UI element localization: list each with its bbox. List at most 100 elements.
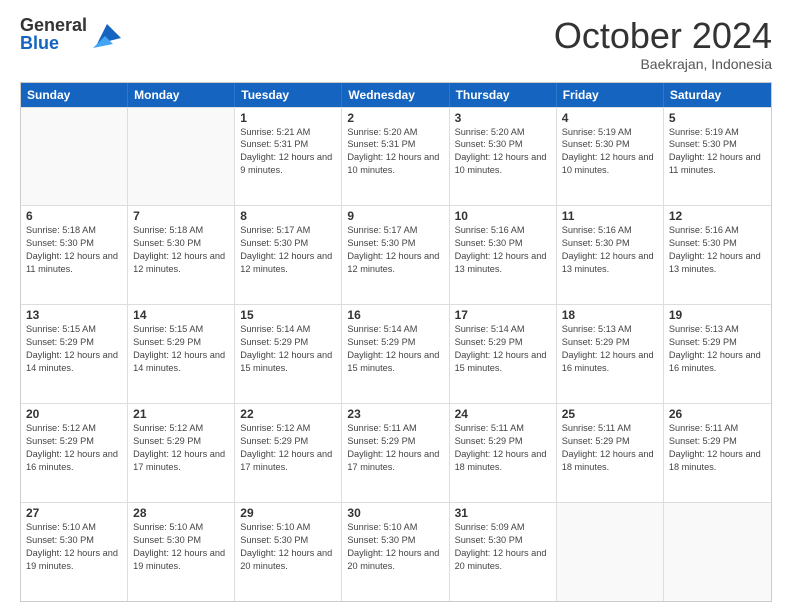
- sun-info: Sunrise: 5:17 AMSunset: 5:30 PMDaylight:…: [240, 224, 336, 276]
- sun-info: Sunrise: 5:10 AMSunset: 5:30 PMDaylight:…: [26, 521, 122, 573]
- calendar-cell: 4Sunrise: 5:19 AMSunset: 5:30 PMDaylight…: [557, 108, 664, 206]
- sun-info: Sunrise: 5:19 AMSunset: 5:30 PMDaylight:…: [669, 126, 766, 178]
- header: General Blue October 2024 Baekrajan, Ind…: [20, 16, 772, 72]
- sun-info: Sunrise: 5:16 AMSunset: 5:30 PMDaylight:…: [455, 224, 551, 276]
- calendar-cell: 26Sunrise: 5:11 AMSunset: 5:29 PMDayligh…: [664, 404, 771, 502]
- header-day: Wednesday: [342, 83, 449, 107]
- sun-info: Sunrise: 5:12 AMSunset: 5:29 PMDaylight:…: [26, 422, 122, 474]
- day-number: 11: [562, 209, 658, 223]
- calendar-cell: 24Sunrise: 5:11 AMSunset: 5:29 PMDayligh…: [450, 404, 557, 502]
- day-number: 7: [133, 209, 229, 223]
- sun-info: Sunrise: 5:11 AMSunset: 5:29 PMDaylight:…: [669, 422, 766, 474]
- day-number: 31: [455, 506, 551, 520]
- calendar-page: General Blue October 2024 Baekrajan, Ind…: [0, 0, 792, 612]
- calendar-row: 20Sunrise: 5:12 AMSunset: 5:29 PMDayligh…: [21, 403, 771, 502]
- day-number: 25: [562, 407, 658, 421]
- header-day: Tuesday: [235, 83, 342, 107]
- calendar-cell: 2Sunrise: 5:20 AMSunset: 5:31 PMDaylight…: [342, 108, 449, 206]
- sun-info: Sunrise: 5:11 AMSunset: 5:29 PMDaylight:…: [455, 422, 551, 474]
- day-number: 30: [347, 506, 443, 520]
- calendar-cell: [557, 503, 664, 601]
- calendar-cell: 11Sunrise: 5:16 AMSunset: 5:30 PMDayligh…: [557, 206, 664, 304]
- day-number: 29: [240, 506, 336, 520]
- calendar-cell: 6Sunrise: 5:18 AMSunset: 5:30 PMDaylight…: [21, 206, 128, 304]
- day-number: 14: [133, 308, 229, 322]
- calendar-header: SundayMondayTuesdayWednesdayThursdayFrid…: [21, 83, 771, 107]
- calendar-cell: 20Sunrise: 5:12 AMSunset: 5:29 PMDayligh…: [21, 404, 128, 502]
- sun-info: Sunrise: 5:19 AMSunset: 5:30 PMDaylight:…: [562, 126, 658, 178]
- calendar-row: 6Sunrise: 5:18 AMSunset: 5:30 PMDaylight…: [21, 205, 771, 304]
- sun-info: Sunrise: 5:14 AMSunset: 5:29 PMDaylight:…: [347, 323, 443, 375]
- day-number: 8: [240, 209, 336, 223]
- day-number: 9: [347, 209, 443, 223]
- sun-info: Sunrise: 5:15 AMSunset: 5:29 PMDaylight:…: [26, 323, 122, 375]
- day-number: 2: [347, 111, 443, 125]
- day-number: 23: [347, 407, 443, 421]
- calendar-cell: 23Sunrise: 5:11 AMSunset: 5:29 PMDayligh…: [342, 404, 449, 502]
- calendar-cell: 5Sunrise: 5:19 AMSunset: 5:30 PMDaylight…: [664, 108, 771, 206]
- sun-info: Sunrise: 5:16 AMSunset: 5:30 PMDaylight:…: [669, 224, 766, 276]
- calendar-cell: 3Sunrise: 5:20 AMSunset: 5:30 PMDaylight…: [450, 108, 557, 206]
- day-number: 21: [133, 407, 229, 421]
- sun-info: Sunrise: 5:14 AMSunset: 5:29 PMDaylight:…: [240, 323, 336, 375]
- calendar-cell: 8Sunrise: 5:17 AMSunset: 5:30 PMDaylight…: [235, 206, 342, 304]
- calendar-body: 1Sunrise: 5:21 AMSunset: 5:31 PMDaylight…: [21, 107, 771, 601]
- sun-info: Sunrise: 5:10 AMSunset: 5:30 PMDaylight:…: [133, 521, 229, 573]
- sun-info: Sunrise: 5:16 AMSunset: 5:30 PMDaylight:…: [562, 224, 658, 276]
- day-number: 17: [455, 308, 551, 322]
- sun-info: Sunrise: 5:14 AMSunset: 5:29 PMDaylight:…: [455, 323, 551, 375]
- sun-info: Sunrise: 5:20 AMSunset: 5:30 PMDaylight:…: [455, 126, 551, 178]
- title-block: October 2024 Baekrajan, Indonesia: [554, 16, 772, 72]
- calendar-row: 27Sunrise: 5:10 AMSunset: 5:30 PMDayligh…: [21, 502, 771, 601]
- sun-info: Sunrise: 5:12 AMSunset: 5:29 PMDaylight:…: [240, 422, 336, 474]
- header-day: Friday: [557, 83, 664, 107]
- sun-info: Sunrise: 5:18 AMSunset: 5:30 PMDaylight:…: [133, 224, 229, 276]
- sun-info: Sunrise: 5:11 AMSunset: 5:29 PMDaylight:…: [562, 422, 658, 474]
- calendar-cell: 30Sunrise: 5:10 AMSunset: 5:30 PMDayligh…: [342, 503, 449, 601]
- logo-general: General: [20, 16, 87, 34]
- calendar-cell: 27Sunrise: 5:10 AMSunset: 5:30 PMDayligh…: [21, 503, 128, 601]
- calendar-cell: 9Sunrise: 5:17 AMSunset: 5:30 PMDaylight…: [342, 206, 449, 304]
- sun-info: Sunrise: 5:21 AMSunset: 5:31 PMDaylight:…: [240, 126, 336, 178]
- sun-info: Sunrise: 5:13 AMSunset: 5:29 PMDaylight:…: [562, 323, 658, 375]
- calendar-cell: 22Sunrise: 5:12 AMSunset: 5:29 PMDayligh…: [235, 404, 342, 502]
- calendar-cell: 7Sunrise: 5:18 AMSunset: 5:30 PMDaylight…: [128, 206, 235, 304]
- calendar-cell: 25Sunrise: 5:11 AMSunset: 5:29 PMDayligh…: [557, 404, 664, 502]
- calendar-cell: 19Sunrise: 5:13 AMSunset: 5:29 PMDayligh…: [664, 305, 771, 403]
- day-number: 20: [26, 407, 122, 421]
- calendar-cell: 12Sunrise: 5:16 AMSunset: 5:30 PMDayligh…: [664, 206, 771, 304]
- logo-text: General Blue: [20, 16, 87, 52]
- day-number: 27: [26, 506, 122, 520]
- sun-info: Sunrise: 5:20 AMSunset: 5:31 PMDaylight:…: [347, 126, 443, 178]
- logo-blue: Blue: [20, 34, 87, 52]
- calendar-cell: 17Sunrise: 5:14 AMSunset: 5:29 PMDayligh…: [450, 305, 557, 403]
- day-number: 15: [240, 308, 336, 322]
- calendar-cell: 16Sunrise: 5:14 AMSunset: 5:29 PMDayligh…: [342, 305, 449, 403]
- calendar-cell: 18Sunrise: 5:13 AMSunset: 5:29 PMDayligh…: [557, 305, 664, 403]
- calendar-cell: 14Sunrise: 5:15 AMSunset: 5:29 PMDayligh…: [128, 305, 235, 403]
- calendar-cell: 21Sunrise: 5:12 AMSunset: 5:29 PMDayligh…: [128, 404, 235, 502]
- sun-info: Sunrise: 5:09 AMSunset: 5:30 PMDaylight:…: [455, 521, 551, 573]
- day-number: 10: [455, 209, 551, 223]
- location: Baekrajan, Indonesia: [554, 56, 772, 72]
- calendar-row: 13Sunrise: 5:15 AMSunset: 5:29 PMDayligh…: [21, 304, 771, 403]
- calendar-cell: 29Sunrise: 5:10 AMSunset: 5:30 PMDayligh…: [235, 503, 342, 601]
- calendar-cell: [664, 503, 771, 601]
- day-number: 3: [455, 111, 551, 125]
- header-day: Monday: [128, 83, 235, 107]
- logo-icon: [93, 20, 121, 48]
- day-number: 18: [562, 308, 658, 322]
- sun-info: Sunrise: 5:17 AMSunset: 5:30 PMDaylight:…: [347, 224, 443, 276]
- header-day: Sunday: [21, 83, 128, 107]
- calendar-row: 1Sunrise: 5:21 AMSunset: 5:31 PMDaylight…: [21, 107, 771, 206]
- calendar-cell: [21, 108, 128, 206]
- calendar-cell: 13Sunrise: 5:15 AMSunset: 5:29 PMDayligh…: [21, 305, 128, 403]
- calendar-cell: [128, 108, 235, 206]
- sun-info: Sunrise: 5:12 AMSunset: 5:29 PMDaylight:…: [133, 422, 229, 474]
- header-day: Saturday: [664, 83, 771, 107]
- day-number: 24: [455, 407, 551, 421]
- day-number: 13: [26, 308, 122, 322]
- month-title: October 2024: [554, 16, 772, 56]
- day-number: 5: [669, 111, 766, 125]
- calendar-cell: 31Sunrise: 5:09 AMSunset: 5:30 PMDayligh…: [450, 503, 557, 601]
